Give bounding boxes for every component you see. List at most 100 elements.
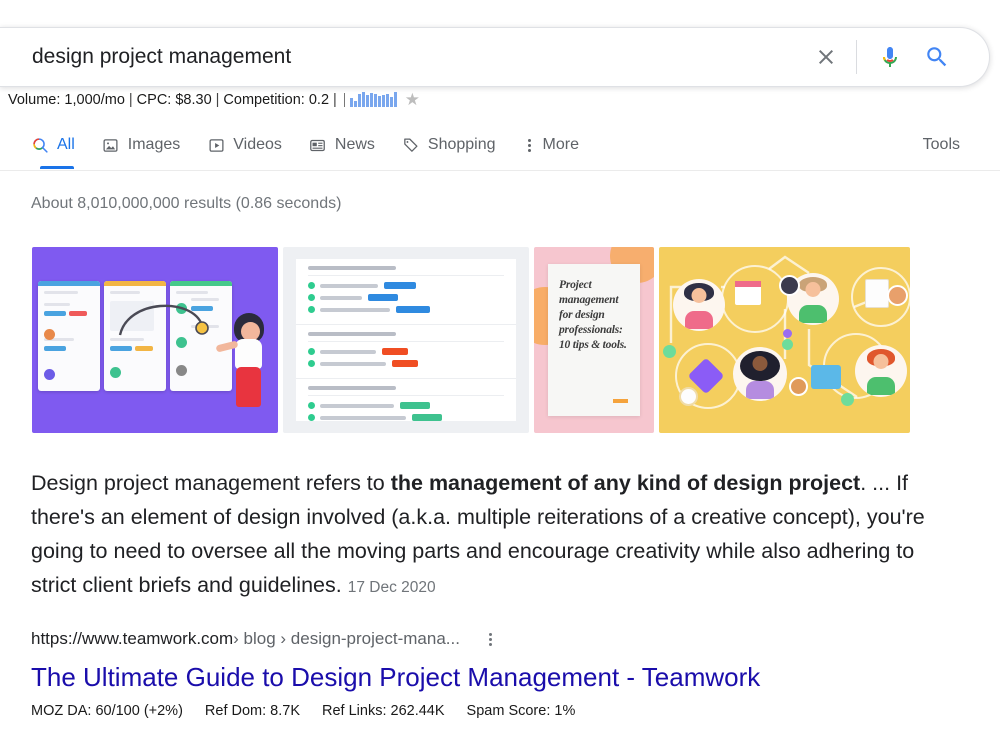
result-url-line[interactable]: https://www.teamwork.com › blog › design… xyxy=(31,628,961,650)
result-title-link[interactable]: The Ultimate Guide to Design Project Man… xyxy=(31,662,961,692)
tab-all-label: All xyxy=(57,136,75,154)
folder-icon xyxy=(811,365,841,389)
task-status-badge xyxy=(392,360,418,367)
featured-snippet: Design project management refers to the … xyxy=(31,466,961,605)
tab-news[interactable]: News xyxy=(308,122,375,168)
moz-ref-dom: Ref Dom: 8.7K xyxy=(205,703,300,719)
status-dot xyxy=(783,329,792,338)
calendar-icon xyxy=(735,281,761,305)
sparkline-bar xyxy=(350,98,353,107)
seo-metrics-bar: Volume: 1,000/mo | CPC: $8.30 | Competit… xyxy=(8,91,420,108)
search-box[interactable] xyxy=(0,27,990,87)
tab-shopping-label: Shopping xyxy=(428,136,496,154)
tab-more[interactable]: More xyxy=(522,122,579,168)
snippet-after-bold: . ... xyxy=(860,471,890,495)
sparkline-bar xyxy=(354,101,357,107)
task-row xyxy=(308,348,504,355)
task-status-dot xyxy=(308,360,315,367)
avatar-small xyxy=(779,275,800,296)
task-status-badge xyxy=(382,348,408,355)
avatar-small xyxy=(789,377,808,396)
tab-images-label: Images xyxy=(128,136,180,154)
more-vert-icon xyxy=(522,135,538,155)
task-status-badge xyxy=(400,402,430,409)
status-dot xyxy=(782,339,793,350)
thumbnail-kanban-board[interactable] xyxy=(32,247,278,433)
microphone-icon[interactable] xyxy=(869,35,911,79)
task-group-title xyxy=(308,386,396,390)
task-group xyxy=(296,378,516,432)
task-group xyxy=(296,324,516,378)
search-box-divider xyxy=(856,40,857,74)
snippet-bold: the management of any kind of design pro… xyxy=(391,471,860,495)
snippet-date: 17 Dec 2020 xyxy=(348,579,436,596)
search-icon xyxy=(30,135,50,155)
image-icon xyxy=(101,135,121,155)
sparkline-bar xyxy=(370,93,373,107)
image-results-strip: Project management for design profession… xyxy=(32,247,910,433)
task-status-badge xyxy=(396,306,430,313)
snippet-lead: Design project management refers to xyxy=(31,471,391,495)
seo-cpc: CPC: $8.30 xyxy=(137,92,212,108)
quote-text: Project management for design profession… xyxy=(559,278,629,353)
task-label xyxy=(320,308,390,312)
document-icon xyxy=(865,279,889,308)
sparkline-axis xyxy=(344,93,345,107)
moz-spam-score: Spam Score: 1% xyxy=(467,703,576,719)
task-label xyxy=(320,404,394,408)
thumbnail-quote-card[interactable]: Project management for design profession… xyxy=(534,247,654,433)
task-status-badge xyxy=(412,414,442,421)
task-label xyxy=(320,416,406,420)
kanban-card xyxy=(38,281,100,391)
competition-sparkline-chart xyxy=(350,92,397,107)
magnifier-icon[interactable] xyxy=(911,35,963,79)
task-list-panel xyxy=(296,259,516,421)
task-row xyxy=(308,294,504,301)
thumbnail-task-list[interactable] xyxy=(283,247,529,433)
task-row xyxy=(308,414,504,421)
moz-da: MOZ DA: 60/100 (+2%) xyxy=(31,703,183,719)
task-status-dot xyxy=(308,306,315,313)
sparkline-bar xyxy=(366,95,369,107)
tab-list: All Images Videos xyxy=(30,122,605,168)
sparkline-bar xyxy=(390,97,393,107)
task-status-dot xyxy=(308,402,315,409)
active-tab-underline xyxy=(40,166,74,169)
seo-competition: Competition: 0.2 xyxy=(223,92,329,108)
task-group-title xyxy=(308,266,396,270)
star-icon[interactable]: ★ xyxy=(405,91,420,108)
tools-button[interactable]: Tools xyxy=(923,122,960,168)
tab-shopping[interactable]: Shopping xyxy=(401,122,496,168)
task-status-dot xyxy=(308,414,315,421)
accent-dash xyxy=(613,399,628,403)
task-status-dot xyxy=(308,282,315,289)
tab-all[interactable]: All xyxy=(30,122,75,168)
task-status-badge xyxy=(384,282,416,289)
moz-metrics-bar: MOZ DA: 60/100 (+2%)Ref Dom: 8.7KRef Lin… xyxy=(31,703,961,719)
task-label xyxy=(320,350,376,354)
search-input[interactable] xyxy=(32,40,804,74)
task-label xyxy=(320,296,362,300)
sparkline-bar xyxy=(382,95,385,107)
seo-separator-1: | xyxy=(129,92,133,108)
sparkline-bar xyxy=(394,92,397,107)
task-row xyxy=(308,360,504,367)
close-icon[interactable] xyxy=(804,35,848,79)
more-vert-icon[interactable] xyxy=(480,628,502,650)
person-illustration xyxy=(226,313,268,409)
status-dot xyxy=(679,387,698,406)
workflow-arrow-icon xyxy=(118,295,214,339)
sparkline-bar xyxy=(358,94,361,107)
thumbnail-team-network[interactable] xyxy=(659,247,910,433)
search-bar-container xyxy=(0,27,990,87)
search-nav-tabs: All Images Videos xyxy=(0,122,1000,171)
tab-videos[interactable]: Videos xyxy=(206,122,282,168)
divider xyxy=(308,395,504,396)
tab-more-label: More xyxy=(543,136,579,154)
tab-videos-label: Videos xyxy=(233,136,282,154)
divider xyxy=(308,275,504,276)
status-dot xyxy=(663,345,676,358)
avatar xyxy=(673,279,725,331)
seo-volume: Volume: 1,000/mo xyxy=(8,92,125,108)
tab-images[interactable]: Images xyxy=(101,122,180,168)
